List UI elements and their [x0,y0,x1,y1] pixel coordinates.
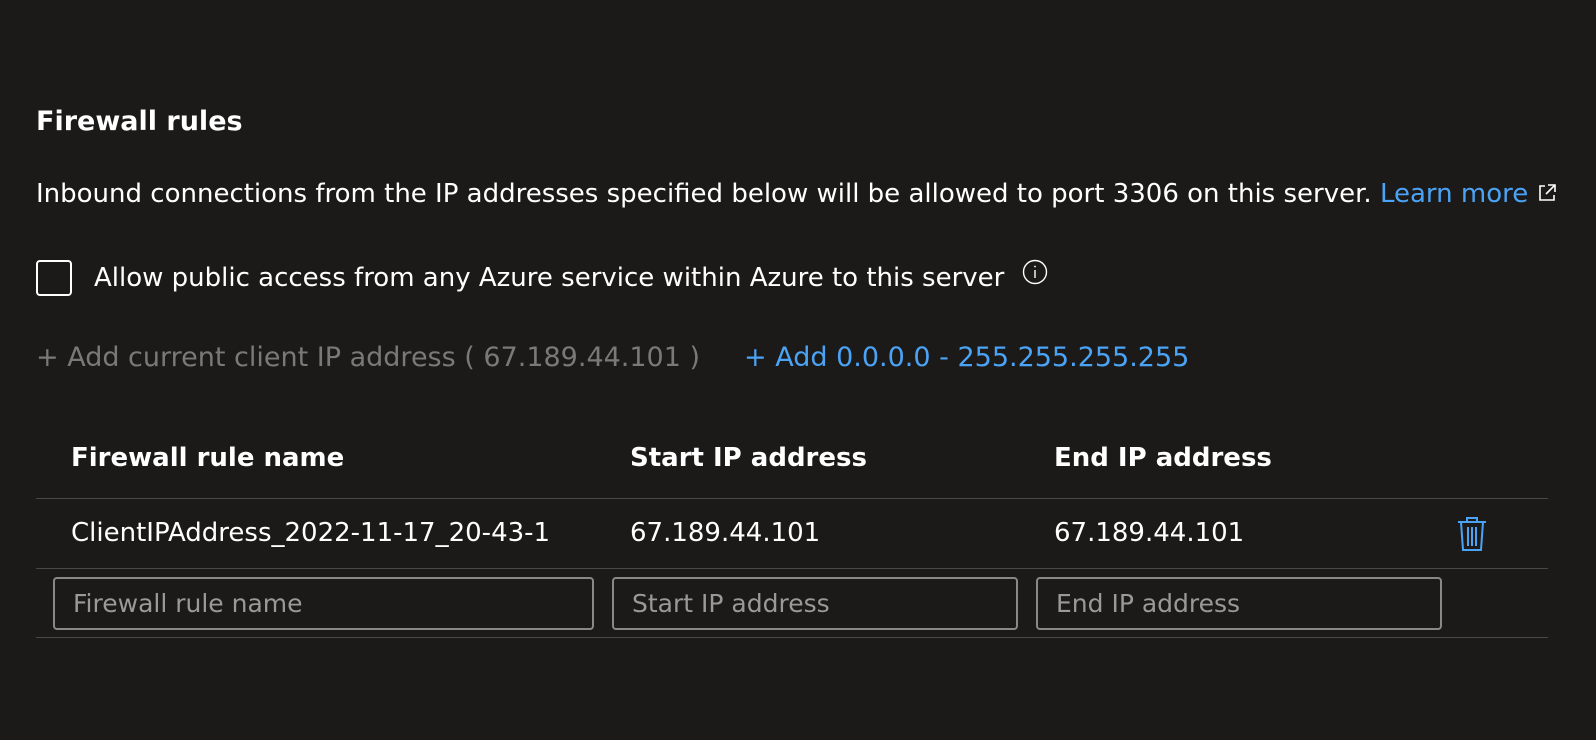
end-ip-input[interactable] [1036,577,1442,630]
end-ip-cell: 67.189.44.101 [1054,518,1245,548]
description-body: Inbound connections from the IP addresse… [36,179,1372,209]
azure-access-row: Allow public access from any Azure servi… [36,258,1048,298]
azure-access-checkbox[interactable] [36,260,72,296]
rule-name-cell: ClientIPAddress_2022-11-17_20-43-1 [71,518,551,548]
learn-more-link[interactable]: Learn more [1380,179,1558,209]
learn-more-label: Learn more [1379,179,1529,209]
info-icon[interactable] [1022,259,1048,285]
table-row: ClientIPAddress_2022-11-17_20-43-1 67.18… [36,499,1548,569]
add-client-ip-button[interactable]: + Add current client IP address ( 67.189… [36,340,700,376]
firewall-rules-page: Firewall rules Inbound connections from … [0,0,1596,740]
header-end-ip: End IP address [1054,443,1272,473]
start-ip-cell: 67.189.44.101 [630,518,821,548]
table-header: Firewall rule name Start IP address End … [36,424,1548,499]
section-title: Firewall rules [36,106,243,137]
trash-icon[interactable] [1456,515,1488,553]
external-link-icon [1539,184,1557,201]
description-text: Inbound connections from the IP addresse… [36,176,1558,212]
header-rule-name: Firewall rule name [71,443,345,473]
new-rule-row [36,569,1548,638]
actions-row: + Add current client IP address ( 67.189… [36,340,1189,376]
firewall-rules-table: Firewall rule name Start IP address End … [36,424,1548,638]
start-ip-input[interactable] [612,577,1018,630]
add-all-ips-button[interactable]: + Add 0.0.0.0 - 255.255.255.255 [744,340,1189,376]
rule-name-input[interactable] [53,577,594,630]
azure-access-label: Allow public access from any Azure servi… [94,263,1005,293]
header-start-ip: Start IP address [630,443,867,473]
